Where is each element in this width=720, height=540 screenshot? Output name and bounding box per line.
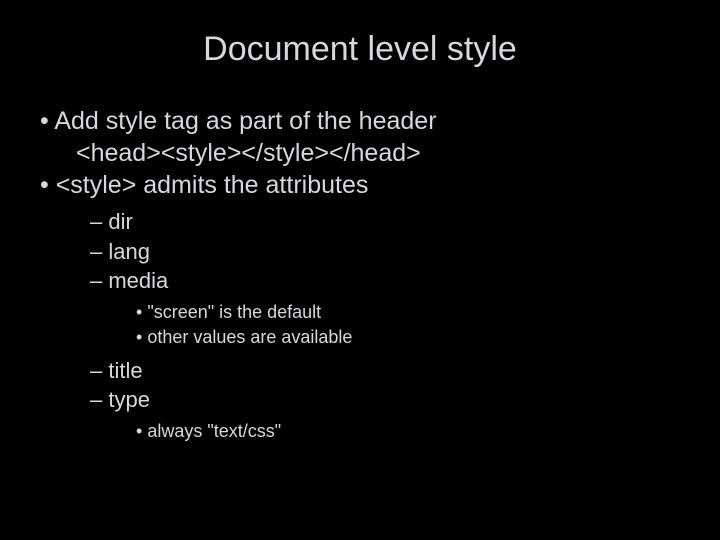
bullet-add-style: Add style tag as part of the header xyxy=(66,105,690,137)
code-line: <head><style></style></head> xyxy=(76,137,690,169)
slide-title: Document level style xyxy=(30,30,690,69)
attr-type: type xyxy=(112,385,690,415)
bullet-list-level2-bottom: title type xyxy=(30,356,690,415)
attr-title: title xyxy=(112,356,690,386)
bullet-list-level3-type: always "text/css" xyxy=(30,419,690,444)
attr-lang: lang xyxy=(112,237,690,267)
bullet-list-level1: Add style tag as part of the header <hea… xyxy=(30,105,690,201)
bullet-list-level2-top: dir lang media xyxy=(30,207,690,296)
media-other-values: other values are available xyxy=(154,325,690,350)
attr-media: media xyxy=(112,266,690,296)
type-always-textcss: always "text/css" xyxy=(154,419,690,444)
bullet-list-level3-media: "screen" is the default other values are… xyxy=(30,300,690,350)
bullet-style-attributes: <style> admits the attributes xyxy=(66,169,690,201)
attr-dir: dir xyxy=(112,207,690,237)
media-screen-default: "screen" is the default xyxy=(154,300,690,325)
slide: Document level style Add style tag as pa… xyxy=(0,0,720,540)
